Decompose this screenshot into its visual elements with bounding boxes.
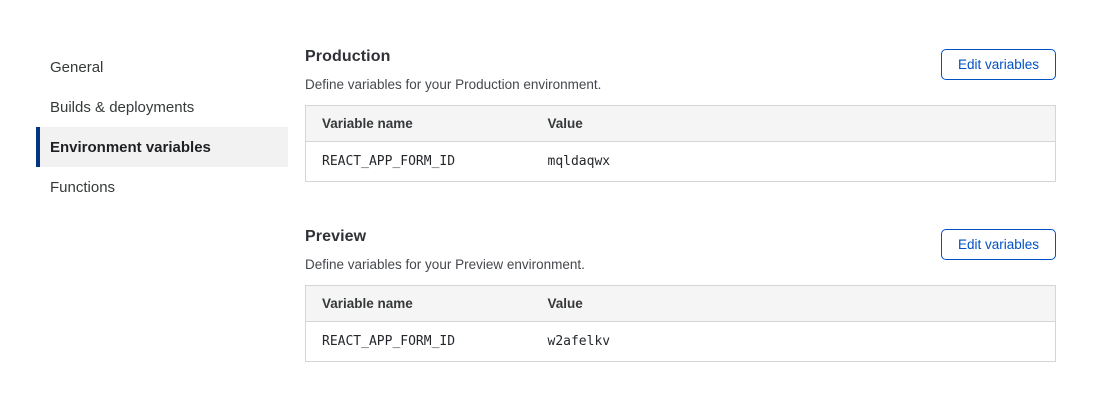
environment-variables-panel: Production Define variables for your Pro…: [288, 0, 1100, 420]
sidebar-item-label: Functions: [50, 179, 115, 196]
edit-variables-button-production[interactable]: Edit variables: [941, 49, 1056, 80]
sidebar-item-label: Builds & deployments: [50, 99, 194, 116]
settings-page: General Builds & deployments Environment…: [0, 0, 1100, 420]
variable-value-cell: mqldaqwx: [532, 142, 1056, 182]
settings-sidebar: General Builds & deployments Environment…: [36, 0, 288, 420]
column-header-variable-name: Variable name: [306, 106, 532, 142]
variable-value-cell: w2afelkv: [532, 322, 1056, 362]
section-description-preview: Define variables for your Preview enviro…: [305, 257, 585, 272]
sidebar-item-label: General: [50, 59, 103, 76]
table-header-row: Variable name Value: [306, 106, 1056, 142]
column-header-value: Value: [532, 286, 1056, 322]
variable-name-cell: REACT_APP_FORM_ID: [306, 322, 532, 362]
table-row: REACT_APP_FORM_ID mqldaqwx: [306, 142, 1056, 182]
sidebar-item-builds-deployments[interactable]: Builds & deployments: [36, 87, 288, 127]
production-section-header: Production Define variables for your Pro…: [305, 48, 1056, 92]
variable-name-cell: REACT_APP_FORM_ID: [306, 142, 532, 182]
preview-variables-table: Variable name Value REACT_APP_FORM_ID w2…: [305, 285, 1056, 362]
sidebar-item-functions[interactable]: Functions: [36, 167, 288, 207]
column-header-variable-name: Variable name: [306, 286, 532, 322]
table-header-row: Variable name Value: [306, 286, 1056, 322]
section-title-preview: Preview: [305, 228, 585, 246]
production-section-text: Production Define variables for your Pro…: [305, 48, 601, 92]
preview-section: Preview Define variables for your Previe…: [305, 228, 1056, 362]
production-variables-table: Variable name Value REACT_APP_FORM_ID mq…: [305, 105, 1056, 182]
sidebar-item-environment-variables[interactable]: Environment variables: [36, 127, 288, 167]
preview-section-text: Preview Define variables for your Previe…: [305, 228, 585, 272]
section-title-production: Production: [305, 48, 601, 66]
column-header-value: Value: [532, 106, 1056, 142]
production-section: Production Define variables for your Pro…: [305, 48, 1056, 182]
sidebar-item-general[interactable]: General: [36, 47, 288, 87]
preview-section-header: Preview Define variables for your Previe…: [305, 228, 1056, 272]
section-description-production: Define variables for your Production env…: [305, 77, 601, 92]
edit-variables-button-preview[interactable]: Edit variables: [941, 229, 1056, 260]
table-row: REACT_APP_FORM_ID w2afelkv: [306, 322, 1056, 362]
sidebar-item-label: Environment variables: [50, 139, 211, 156]
